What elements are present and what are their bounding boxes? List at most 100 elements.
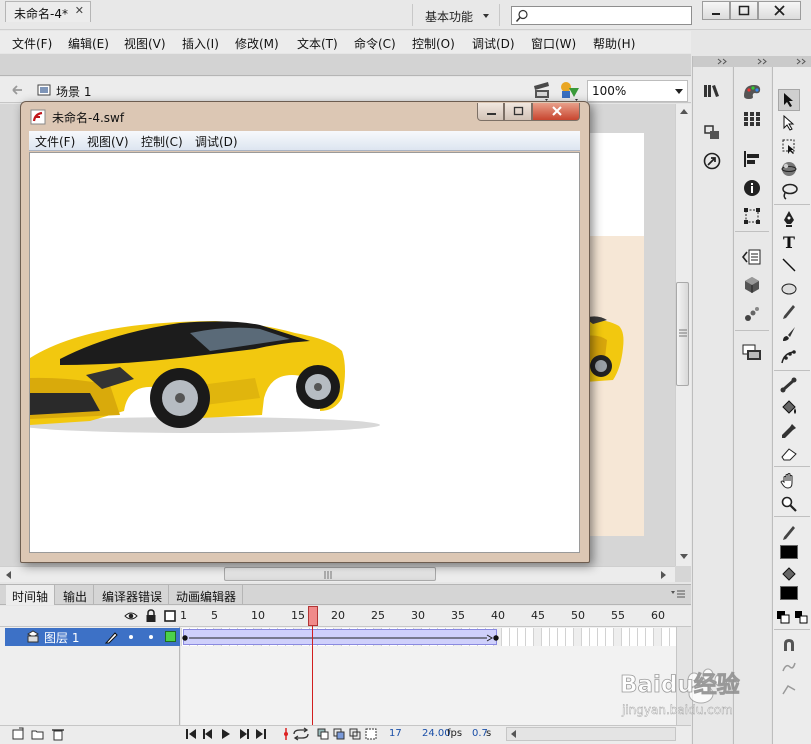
oval-tool[interactable] <box>778 277 800 299</box>
document-tab-bar <box>0 54 691 76</box>
info-icon[interactable] <box>741 177 763 199</box>
smooth-icon[interactable] <box>778 656 800 678</box>
eraser-tool[interactable] <box>778 443 800 465</box>
menu-control[interactable]: 控制(O) <box>412 35 455 52</box>
zoom-select[interactable]: 100% <box>587 80 688 102</box>
swf-menu-debug[interactable]: 调试(D) <box>195 133 238 150</box>
stage-car-image[interactable] <box>585 308 627 394</box>
close-tab-icon[interactable]: ✕ <box>75 4 84 17</box>
tab-timeline[interactable]: 时间轴 <box>6 585 56 605</box>
color-icon[interactable] <box>741 80 763 102</box>
pen-tool[interactable] <box>778 208 800 230</box>
menu-debug[interactable]: 调试(D) <box>472 35 515 52</box>
outline-icon[interactable] <box>164 610 176 622</box>
subselection-tool[interactable] <box>778 112 800 134</box>
straighten-icon[interactable] <box>778 678 800 700</box>
menu-text[interactable]: 文本(T) <box>297 35 338 52</box>
deco-tool[interactable] <box>778 346 800 368</box>
onion-skin-controls[interactable] <box>282 727 378 741</box>
3d-rotation-tool[interactable] <box>778 158 800 180</box>
search-input[interactable] <box>511 6 692 25</box>
collapse-icon[interactable] <box>796 58 808 65</box>
maximize-button[interactable] <box>730 1 758 20</box>
layer-name[interactable]: 图层 1 <box>44 629 79 646</box>
swatches-icon[interactable] <box>741 108 763 130</box>
motion-editor-icon[interactable] <box>741 303 763 325</box>
eye-icon[interactable] <box>124 610 138 622</box>
edit-scene-icon[interactable] <box>532 80 552 102</box>
edit-multiple-frames-icon <box>349 728 361 740</box>
timeline-horizontal-scrollbar[interactable] <box>506 727 676 741</box>
close-button[interactable] <box>758 1 801 20</box>
visibility-dot[interactable] <box>128 634 134 640</box>
align-icon[interactable] <box>741 148 763 170</box>
pencil-tool[interactable] <box>778 300 800 322</box>
tab-motion-editor[interactable]: 动画编辑器 <box>170 585 244 605</box>
line-tool[interactable] <box>778 254 800 276</box>
eyedropper-tool[interactable] <box>778 420 800 442</box>
scroll-up-icon[interactable] <box>680 108 688 114</box>
current-frame[interactable]: 17 <box>389 728 402 739</box>
layer-outline-color[interactable] <box>165 631 176 642</box>
code-snippets-icon[interactable] <box>741 246 763 268</box>
free-transform-tool[interactable] <box>778 135 800 157</box>
library-icon[interactable] <box>701 80 723 102</box>
components-icon[interactable] <box>741 274 763 296</box>
collapse-icon[interactable] <box>757 58 769 65</box>
scroll-right-icon[interactable] <box>661 571 667 579</box>
back-arrow-icon[interactable] <box>10 83 24 97</box>
panel-menu-icon[interactable] <box>670 589 686 599</box>
swap-colors-icon[interactable] <box>790 606 811 628</box>
swf-canvas[interactable] <box>29 152 580 553</box>
text-tool[interactable]: T <box>778 231 800 253</box>
swf-maximize-button[interactable] <box>504 103 532 121</box>
swf-menu-control[interactable]: 控制(C) <box>141 133 183 150</box>
brush-tool[interactable] <box>778 323 800 345</box>
menu-window[interactable]: 窗口(W) <box>531 35 576 52</box>
car-image <box>30 321 380 433</box>
swf-menu-view[interactable]: 视图(V) <box>87 133 129 150</box>
fill-color-swatch[interactable] <box>780 586 798 600</box>
transform-icon[interactable] <box>741 205 763 227</box>
snap-to-objects-icon[interactable] <box>778 634 800 656</box>
scroll-left-icon[interactable] <box>510 730 516 738</box>
hand-tool[interactable] <box>778 470 800 492</box>
stroke-color-swatch[interactable] <box>780 545 798 559</box>
minimize-button[interactable] <box>702 1 730 20</box>
menu-modify[interactable]: 修改(M) <box>235 35 279 52</box>
swf-menu-file[interactable]: 文件(F) <box>35 133 75 150</box>
playhead[interactable] <box>308 606 318 626</box>
menu-commands[interactable]: 命令(C) <box>354 35 396 52</box>
fill-color-icon[interactable] <box>778 563 800 585</box>
stroke-color-icon[interactable] <box>778 521 800 543</box>
menu-edit[interactable]: 编辑(E) <box>68 35 109 52</box>
scene-panel-icon[interactable] <box>741 342 763 364</box>
workspace-switcher[interactable]: 基本功能 <box>412 4 500 26</box>
lasso-tool[interactable] <box>778 181 800 203</box>
zoom-tool[interactable] <box>778 493 800 515</box>
lock-icon[interactable] <box>145 609 157 623</box>
bone-tool[interactable] <box>778 374 800 396</box>
lock-dot[interactable] <box>148 634 154 640</box>
swf-close-button[interactable] <box>532 103 580 121</box>
scroll-down-icon[interactable] <box>680 554 688 560</box>
selection-tool[interactable] <box>778 89 800 111</box>
menu-view[interactable]: 视图(V) <box>124 35 166 52</box>
menu-help[interactable]: 帮助(H) <box>593 35 635 52</box>
menu-insert[interactable]: 插入(I) <box>182 35 219 52</box>
tab-output[interactable]: 输出 <box>57 585 95 605</box>
menu-file[interactable]: 文件(F) <box>12 35 52 52</box>
edit-symbols-icon[interactable] <box>559 80 581 102</box>
scroll-left-icon[interactable] <box>5 571 11 579</box>
paint-bucket-tool[interactable] <box>778 397 800 419</box>
vertical-scroll-thumb[interactable] <box>676 282 689 386</box>
collapse-icon[interactable] <box>717 58 729 65</box>
subselect-arrow-icon <box>783 115 795 131</box>
document-tab[interactable]: 未命名-4* ✕ <box>5 1 91 22</box>
horizontal-scroll-thumb[interactable] <box>224 567 436 581</box>
motion-presets-icon[interactable] <box>701 121 723 143</box>
playback-controls[interactable] <box>184 727 274 741</box>
tab-compiler-errors[interactable]: 编译器错误 <box>96 585 170 605</box>
swf-minimize-button[interactable] <box>477 103 504 121</box>
navigate-icon[interactable] <box>701 150 723 172</box>
